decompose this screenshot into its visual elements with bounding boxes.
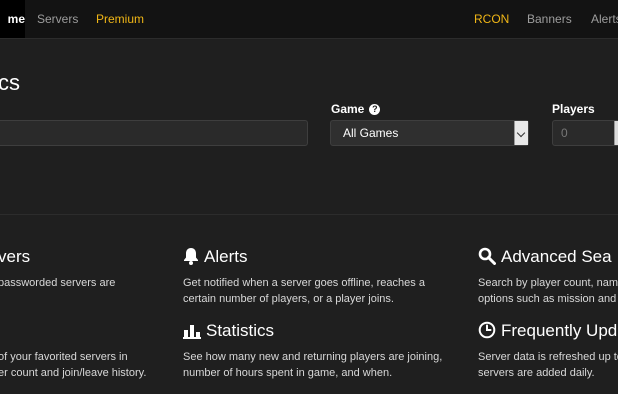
- feature-title-statistics: Statistics: [183, 321, 274, 344]
- frequent-updates-title-text: Frequently Upd: [501, 321, 618, 340]
- feature-desc-statistics-2: number of hours spent in game, and when.: [183, 367, 393, 379]
- players-label: Players: [552, 102, 595, 116]
- feature-desc-servers: passworded servers are: [0, 277, 116, 289]
- top-navbar: me Servers Premium RCON Banners Alerts: [0, 0, 618, 39]
- feature-desc-alerts-1: Get notified when a server goes offline,…: [183, 277, 425, 289]
- feature-desc-updates-1: Server data is refreshed up to: [478, 351, 618, 363]
- feature-desc-alerts-2: certain number of players, or a player j…: [183, 293, 394, 305]
- stepper-arrows[interactable]: [614, 121, 618, 145]
- alerts-title-text: Alerts: [204, 247, 248, 266]
- statistics-title-text: Statistics: [206, 321, 275, 340]
- feature-desc-search-1: Search by player count, nam: [478, 277, 618, 289]
- chevron-down-icon[interactable]: [514, 121, 528, 145]
- nav-home[interactable]: me: [0, 0, 25, 38]
- bell-icon: [183, 247, 199, 270]
- clock-icon: [478, 321, 496, 344]
- game-label: Game?: [331, 102, 381, 116]
- feature-title-advanced-search: Advanced Sea: [478, 247, 612, 270]
- feature-desc-updates-2: servers are added daily.: [478, 367, 595, 379]
- bar-chart-icon: [183, 323, 201, 344]
- feature-title-alerts: Alerts: [183, 247, 247, 270]
- players-input-value: 0: [561, 126, 568, 140]
- game-select[interactable]: All Games: [330, 120, 529, 146]
- section-divider: [0, 214, 618, 215]
- nav-premium[interactable]: Premium: [96, 0, 144, 38]
- advanced-search-title-text: Advanced Sea: [501, 247, 612, 266]
- nav-servers[interactable]: Servers: [37, 0, 78, 38]
- search-input[interactable]: [0, 120, 308, 146]
- nav-rcon[interactable]: RCON: [474, 0, 509, 38]
- feature-title-frequent-updates: Frequently Upd: [478, 321, 617, 344]
- nav-banners[interactable]: Banners: [527, 0, 572, 38]
- feature-desc-favorites-1: of your favorited servers in: [0, 351, 128, 363]
- page-title: cs: [0, 70, 20, 95]
- feature-desc-statistics-1: See how many new and returning players a…: [183, 351, 443, 363]
- players-input[interactable]: 0: [552, 120, 618, 146]
- feature-title-servers: vers: [0, 247, 31, 266]
- feature-desc-search-2: options such as mission and: [478, 293, 617, 305]
- feature-desc-favorites-2: er count and join/leave history.: [0, 367, 147, 379]
- help-icon[interactable]: ?: [369, 104, 381, 115]
- game-select-value: All Games: [343, 126, 399, 140]
- nav-alerts[interactable]: Alerts: [591, 0, 618, 38]
- search-icon: [478, 247, 496, 270]
- game-label-text: Game: [331, 102, 365, 116]
